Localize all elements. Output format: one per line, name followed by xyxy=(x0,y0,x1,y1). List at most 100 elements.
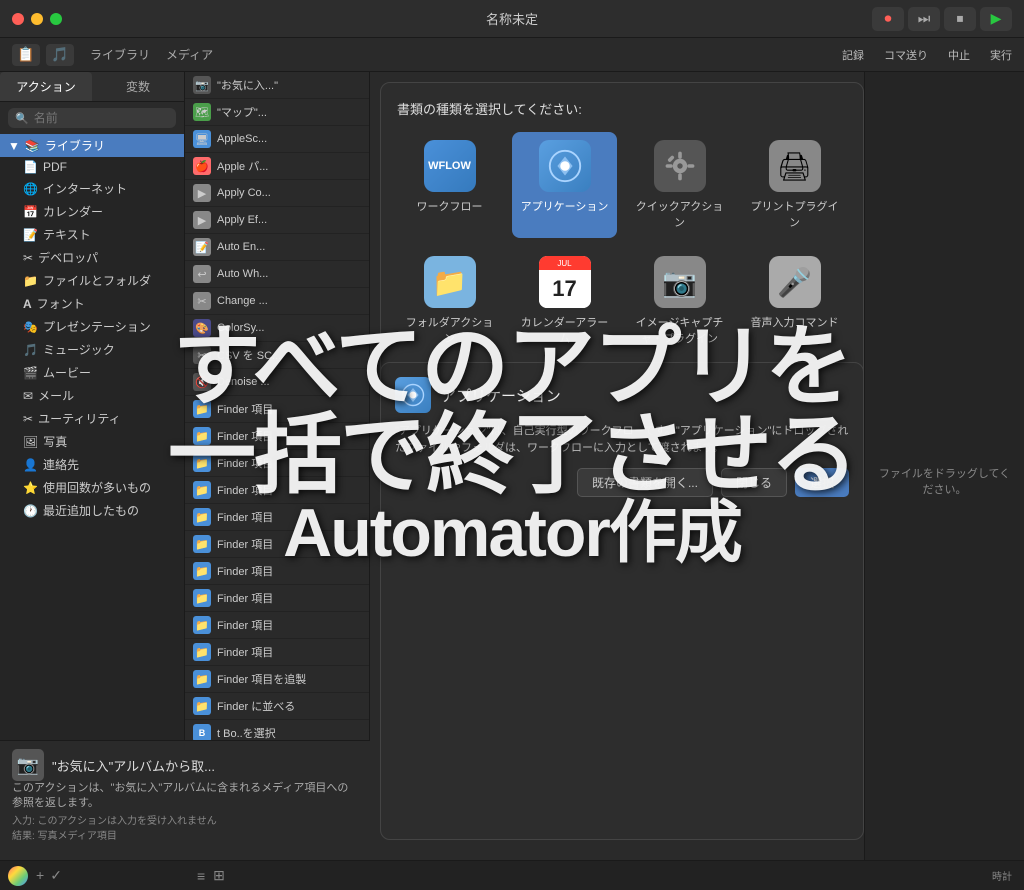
action-item-finder5[interactable]: 📁 Finder 項目 xyxy=(185,504,369,531)
run-button[interactable]: ▶ xyxy=(980,7,1012,31)
tree-item-utilities[interactable]: ✂ ユーティリティ xyxy=(0,407,184,430)
action-item-finder4[interactable]: 📁 Finder 項目 xyxy=(185,477,369,504)
tree-item-text[interactable]: 📝 テキスト xyxy=(0,223,184,246)
close-button[interactable] xyxy=(12,13,24,25)
step-label[interactable]: コマ送り xyxy=(884,47,928,63)
tree-item-mail[interactable]: ✉ メール xyxy=(0,384,184,407)
action-label: Finder 項目 xyxy=(217,428,273,444)
action-item-colorsy[interactable]: 🎨 ColorSy... xyxy=(185,315,369,342)
action-item-finder2[interactable]: 📁 Finder 項目 xyxy=(185,423,369,450)
category-print-plugin[interactable]: 🖨 プリントプラグイン xyxy=(742,132,847,238)
action-label: Apple パ... xyxy=(217,158,268,174)
tree-item-internet[interactable]: 🌐 インターネット xyxy=(0,177,184,200)
tree-item-contacts[interactable]: 👤 連絡先 xyxy=(0,453,184,476)
action-item-finder7[interactable]: 📁 Finder 項目 xyxy=(185,558,369,585)
action-item-csv[interactable]: ✂ CSV を SC... xyxy=(185,342,369,369)
tree-item-library[interactable]: ▼ 📚 ライブラリ xyxy=(0,134,184,157)
tree-item-recent[interactable]: 🕐 最近追加したもの xyxy=(0,499,184,522)
right-panel: ファイルをドラッグしてください。 xyxy=(864,72,1024,890)
action-item-finder10[interactable]: 📁 Finder 項目 xyxy=(185,639,369,666)
tab-variables[interactable]: 変数 xyxy=(92,72,184,101)
category-workflow[interactable]: WFLOW ワークフロー xyxy=(397,132,502,238)
action-item-finder-copy[interactable]: 📁 Finder 項目を追製 xyxy=(185,666,369,693)
library-view-button[interactable]: 📋 xyxy=(12,44,40,66)
tab-actions[interactable]: アクション xyxy=(0,72,92,101)
category-image-capture[interactable]: 📷 イメージキャプチャ・プラグイン xyxy=(627,248,732,354)
category-quick-action[interactable]: クイックアクション xyxy=(627,132,732,238)
action-item-finder9[interactable]: 📁 Finder 項目 xyxy=(185,612,369,639)
titlebar: 名称未定 ⏺ ⏭ ⏹ ▶ xyxy=(0,0,1024,38)
tree-item-photos[interactable]: 🖼 写真 xyxy=(0,430,184,453)
step-button[interactable]: ⏭ xyxy=(908,7,940,31)
action-item-change[interactable]: ✂ Change ... xyxy=(185,288,369,315)
action-icon: 🍎 xyxy=(193,157,211,175)
action-item-apple-pa[interactable]: 🍎 Apple パ... xyxy=(185,153,369,180)
action-item-maps[interactable]: 🗺 "マップ"... xyxy=(185,99,369,126)
category-label: フォルダアクション xyxy=(401,314,498,346)
search-area: 🔍 xyxy=(0,102,184,134)
desc-modal-text: "アプリケーション"は、自己実行型のワークフローです。"アプリケーション"にドロ… xyxy=(395,423,849,456)
category-label: プリントプラグイン xyxy=(746,198,843,230)
tree-label: 最近追加したもの xyxy=(43,502,139,519)
media-view-button[interactable]: 🎵 xyxy=(46,44,74,66)
category-label: 音声入力コマンド xyxy=(751,314,839,330)
action-item-apply-ef[interactable]: ▶ Apply Ef... xyxy=(185,207,369,234)
action-item-apply-co[interactable]: ▶ Apply Co... xyxy=(185,180,369,207)
category-folder-action[interactable]: 📁 フォルダアクション xyxy=(397,248,502,354)
grid-view-icon[interactable]: ⊞ xyxy=(213,867,225,884)
library-label: ライブラリ xyxy=(90,46,150,63)
tree-item-developer[interactable]: ✂ デベロッパ xyxy=(0,246,184,269)
search-input[interactable] xyxy=(34,111,169,125)
status-bar: ≡ ⊞ 時計 xyxy=(185,860,1024,890)
star-icon: ⭐ xyxy=(23,481,38,495)
category-label: カレンダーアラーム xyxy=(516,314,613,346)
action-item-finder3[interactable]: 📁 Finder 項目 xyxy=(185,450,369,477)
run-label[interactable]: 実行 xyxy=(990,47,1012,63)
quick-action-icon xyxy=(654,140,706,192)
tree-item-fonts[interactable]: A フォント xyxy=(0,292,184,315)
developer-icon: ✂ xyxy=(23,251,33,265)
action-item-finder6[interactable]: 📁 Finder 項目 xyxy=(185,531,369,558)
stop-label[interactable]: 中止 xyxy=(948,47,970,63)
remove-action-button[interactable]: ✓ xyxy=(50,867,62,884)
close-modal-button[interactable]: 閉じる xyxy=(721,468,787,497)
action-item-finder-sort[interactable]: 📁 Finder に並べる xyxy=(185,693,369,720)
list-view-icon[interactable]: ≡ xyxy=(197,868,205,884)
tree-label: 連絡先 xyxy=(43,456,79,473)
tree-item-calendar[interactable]: 📅 カレンダー xyxy=(0,200,184,223)
action-icon: 📷 xyxy=(193,76,211,94)
action-label: Finder 項目 xyxy=(217,590,273,606)
record-button[interactable]: ⏺ xyxy=(872,7,904,31)
tree-item-movies[interactable]: 🎬 ムービー xyxy=(0,361,184,384)
tree-item-music[interactable]: 🎵 ミュージック xyxy=(0,338,184,361)
action-icon: 📁 xyxy=(193,643,211,661)
action-item-denoise[interactable]: 🔇 Denoise ... xyxy=(185,369,369,396)
action-item-auto-wh[interactable]: ↩ Auto Wh... xyxy=(185,261,369,288)
action-item-favorites[interactable]: 📷 "お気に入..." xyxy=(185,72,369,99)
stop-button[interactable]: ⏹ xyxy=(944,7,976,31)
tree-label: テキスト xyxy=(43,226,91,243)
category-voice-command[interactable]: 🎤 音声入力コマンド xyxy=(742,248,847,354)
bottom-action-title: "お気に入"アルバムから取... xyxy=(52,756,215,775)
recent-icon: 🕐 xyxy=(23,504,38,518)
tree-item-presentation[interactable]: 🎭 プレゼンテーション xyxy=(0,315,184,338)
action-item-auto-en[interactable]: 📝 Auto En... xyxy=(185,234,369,261)
action-item-finder1[interactable]: 📁 Finder 項目 xyxy=(185,396,369,423)
action-item-applescript[interactable]: 🖥 AppleSc... xyxy=(185,126,369,153)
select-button[interactable]: 選択 xyxy=(795,468,849,497)
add-action-button[interactable]: + xyxy=(36,867,44,884)
action-item-finder8[interactable]: 📁 Finder 項目 xyxy=(185,585,369,612)
category-application[interactable]: アプリケーション xyxy=(512,132,617,238)
camera-icon: 📷 xyxy=(654,256,706,308)
action-label: Finder 項目 xyxy=(217,563,273,579)
tree-item-frequent[interactable]: ⭐ 使用回数が多いもの xyxy=(0,476,184,499)
minimize-button[interactable] xyxy=(31,13,43,25)
tree-item-pdf[interactable]: 📄 PDF xyxy=(0,157,184,177)
open-existing-button[interactable]: 既存の書類を開く... xyxy=(577,468,713,497)
fullscreen-button[interactable] xyxy=(50,13,62,25)
category-calendar-alarm[interactable]: JUL 17 カレンダーアラーム xyxy=(512,248,617,354)
tree-label: ムービー xyxy=(43,364,91,381)
record-label[interactable]: 記録 xyxy=(842,47,864,63)
action-icon: ✂ xyxy=(193,292,211,310)
tree-item-files[interactable]: 📁 ファイルとフォルダ xyxy=(0,269,184,292)
